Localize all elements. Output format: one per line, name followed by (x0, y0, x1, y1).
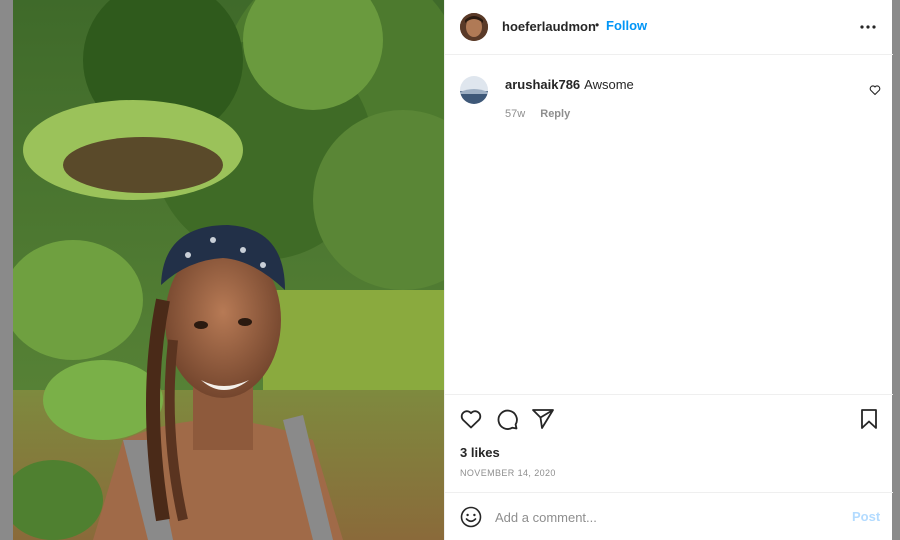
post-image (13, 0, 444, 540)
post-comment-button[interactable]: Post (852, 509, 880, 524)
post-date[interactable]: NOVEMBER 14, 2020 (460, 468, 556, 478)
commenter-avatar[interactable] (460, 76, 488, 104)
modal-backdrop-right[interactable] (892, 0, 900, 540)
comment-icon[interactable] (495, 407, 519, 431)
post-header: hoeferlaudmon • Follow (445, 0, 893, 55)
comment-input[interactable] (495, 506, 835, 528)
comment-text: Awsome (584, 77, 634, 92)
post-photo[interactable] (13, 0, 444, 540)
composer-divider (445, 492, 893, 493)
emoji-icon[interactable] (459, 505, 483, 529)
commenter-username[interactable]: arushaik786 (505, 77, 580, 92)
share-icon[interactable] (531, 407, 555, 431)
likes-count[interactable]: 3 likes (460, 445, 500, 460)
author-username[interactable]: hoeferlaudmon (502, 19, 596, 34)
bookmark-icon[interactable] (857, 407, 881, 431)
reply-button[interactable]: Reply (540, 108, 570, 120)
comment-age[interactable]: 57w (505, 108, 525, 120)
comment-meta: 57w Reply (505, 108, 570, 120)
author-avatar[interactable] (460, 13, 488, 41)
separator-dot: • (595, 18, 600, 32)
heart-icon[interactable] (459, 407, 483, 431)
comment-body: arushaik786 Awsome (505, 77, 634, 92)
post-details-panel: hoeferlaudmon • Follow arushaik786 Awsome… (444, 0, 893, 540)
comment-like-heart-icon[interactable] (869, 84, 881, 96)
follow-button[interactable]: Follow (606, 18, 647, 33)
modal-backdrop[interactable] (0, 0, 13, 540)
more-horizontal-icon[interactable] (859, 18, 877, 36)
actions-divider (445, 394, 893, 395)
